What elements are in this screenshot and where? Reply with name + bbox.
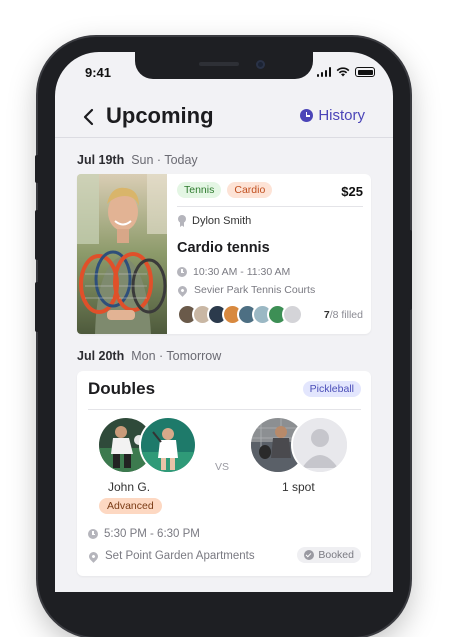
- event-tags: Tennis Cardio: [177, 182, 273, 198]
- status-icons: [316, 67, 375, 77]
- event-time: 10:30 AM - 11:30 AM: [193, 266, 291, 278]
- coach-name: Dylon Smith: [192, 215, 252, 227]
- back-chevron-icon[interactable]: [77, 104, 103, 130]
- open-spot-avatar[interactable]: [291, 416, 349, 474]
- history-label: History: [318, 107, 365, 124]
- event-card-doubles[interactable]: Doubles Pickleball VS John G. Advanced 1…: [77, 371, 371, 576]
- event-time-row: 5:30 PM - 6:30 PM: [88, 528, 200, 540]
- event-location-row: Sevier Park Tennis Courts: [176, 283, 316, 297]
- event-price: $25: [341, 184, 363, 199]
- open-spot-label: 1 spot: [282, 480, 315, 494]
- event-title: Doubles: [88, 379, 156, 398]
- history-button[interactable]: History: [300, 107, 365, 124]
- player-avatar-partner[interactable]: [139, 416, 197, 474]
- section-date: Jul 20th: [77, 349, 125, 363]
- booked-badge: Booked: [297, 547, 361, 563]
- tag-pickleball: Pickleball: [302, 381, 361, 397]
- tag-tennis: Tennis: [177, 182, 222, 198]
- side-button-mute: [35, 155, 39, 183]
- event-photo: [77, 174, 167, 334]
- history-clock-icon: [300, 109, 314, 122]
- wifi-icon: [336, 67, 350, 77]
- event-location-row: Set Point Garden Apartments: [87, 549, 255, 563]
- event-location: Set Point Garden Apartments: [105, 550, 255, 562]
- coach-medal-icon: [177, 215, 187, 227]
- section-day: Mon · Tomorrow: [131, 349, 222, 363]
- clock-icon: [177, 267, 187, 277]
- status-bar: 9:41: [55, 64, 393, 84]
- card-divider: [177, 206, 363, 207]
- side-button-volume-down: [35, 282, 39, 332]
- booked-label: Booked: [318, 549, 354, 561]
- coach-row: Dylon Smith: [177, 215, 251, 227]
- battery-icon: [355, 67, 375, 77]
- tag-cardio: Cardio: [227, 182, 273, 198]
- event-location: Sevier Park Tennis Courts: [194, 284, 316, 296]
- clock-icon: [88, 529, 98, 539]
- status-time: 9:41: [85, 65, 112, 80]
- check-icon: [304, 550, 315, 560]
- app-screen: 9:41 Upcoming History Jul 19th Sun · Tod…: [55, 52, 393, 592]
- section-date-today: Jul 19th Sun · Today: [77, 153, 198, 167]
- attendee-avatar[interactable]: [282, 304, 303, 325]
- signal-icon: [316, 67, 331, 77]
- attendee-avatars: [177, 304, 303, 325]
- skill-level-badge: Advanced: [99, 498, 162, 514]
- card-divider: [88, 409, 361, 410]
- filled-rest: /8 filled: [329, 309, 363, 321]
- location-pin-icon: [87, 549, 100, 563]
- person-placeholder-icon: [293, 418, 347, 472]
- section-date: Jul 19th: [77, 153, 125, 167]
- team-a-name: John G.: [108, 480, 151, 494]
- page-title: Upcoming: [106, 103, 214, 128]
- event-title: Cardio tennis: [177, 240, 270, 256]
- section-date-tomorrow: Jul 20th Mon · Tomorrow: [77, 349, 221, 363]
- header-divider: [55, 137, 393, 138]
- vs-label: VS: [215, 461, 230, 473]
- side-button-volume-up: [35, 210, 39, 260]
- filled-count: 7/8 filled: [324, 309, 363, 321]
- section-day: Sun · Today: [131, 153, 198, 167]
- location-pin-icon: [176, 283, 189, 297]
- side-button-power: [408, 230, 412, 310]
- event-time-row: 10:30 AM - 11:30 AM: [177, 266, 290, 278]
- event-time: 5:30 PM - 6:30 PM: [104, 528, 200, 540]
- header: Upcoming History: [55, 97, 393, 141]
- event-card-cardio-tennis[interactable]: Tennis Cardio $25 Dylon Smith Cardio ten…: [77, 174, 371, 334]
